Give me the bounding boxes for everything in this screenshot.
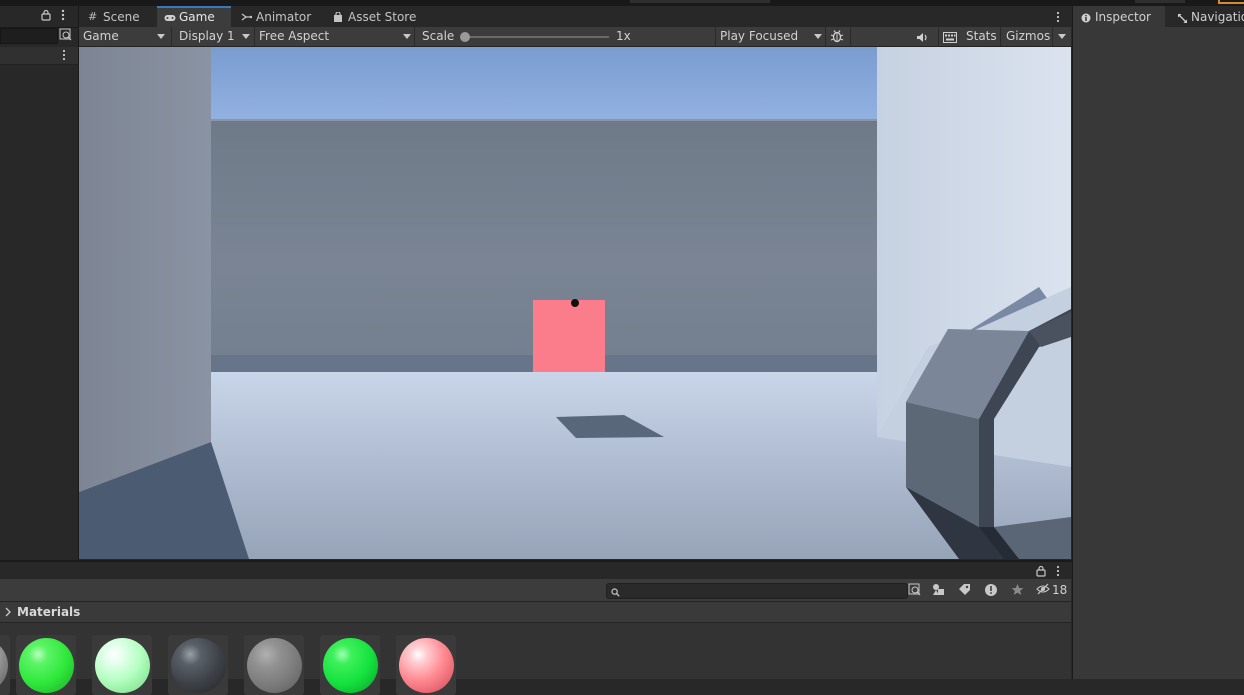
material-thumbnail[interactable]	[92, 635, 152, 695]
material-sphere	[0, 638, 8, 693]
kebab-menu-icon[interactable]	[1056, 11, 1060, 26]
divider	[850, 27, 851, 46]
material-thumbnail[interactable]	[16, 635, 76, 695]
hierarchy-panel	[0, 6, 79, 560]
game-view-dropdown[interactable]: Game	[79, 27, 169, 46]
project-panel-tabbar	[0, 562, 1071, 579]
search-scope-icon[interactable]	[908, 583, 922, 599]
grid-icon: #	[88, 10, 98, 23]
scale-label: Scale	[422, 29, 455, 43]
tab-scene[interactable]: # Scene	[81, 6, 155, 27]
crosshair-dot	[571, 299, 579, 307]
chevron-down-icon	[814, 34, 822, 39]
target-cube	[533, 300, 605, 372]
game-panel-tabbar: # Scene Game Animator Asset Store	[79, 6, 1071, 27]
hierarchy-scene-row[interactable]	[0, 47, 78, 65]
navigation-icon	[1177, 6, 1188, 29]
lock-icon[interactable]	[1036, 565, 1046, 580]
tab-label: Animator	[256, 10, 312, 24]
highlight-remnant	[1218, 0, 1244, 4]
project-search-input[interactable]	[606, 583, 908, 599]
aspect-dropdown[interactable]: Free Aspect	[255, 27, 413, 46]
scale-slider-track[interactable]	[461, 36, 609, 38]
tab-label: Inspector	[1095, 10, 1151, 24]
bag-icon	[333, 6, 343, 28]
material-thumbnail[interactable]	[168, 635, 228, 695]
gizmos-button[interactable]: Gizmos	[1006, 27, 1050, 46]
kebab-menu-icon[interactable]	[61, 9, 65, 25]
material-thumbnail[interactable]	[244, 635, 304, 695]
animator-icon	[241, 6, 253, 28]
info-icon	[1081, 6, 1091, 29]
breadcrumb: Materials	[0, 602, 1071, 623]
tab-asset-store[interactable]: Asset Store	[326, 6, 426, 27]
chevron-down-icon	[403, 34, 411, 39]
game-render	[79, 47, 1071, 559]
hidden-eye-icon[interactable]	[1036, 583, 1050, 598]
search-icon	[611, 586, 620, 600]
favorite-star-icon[interactable]	[1011, 583, 1024, 599]
tab-game[interactable]: Game	[157, 6, 231, 27]
material-sphere	[171, 638, 226, 693]
project-toolbar: 18	[0, 579, 1071, 602]
display-dropdown[interactable]: Display 1	[172, 27, 254, 46]
divider	[414, 27, 415, 46]
tab-navigation[interactable]: Navigation	[1169, 6, 1244, 27]
inspector-tabbar: Inspector Navigation	[1073, 6, 1244, 27]
kebab-menu-icon[interactable]	[62, 49, 66, 64]
toolbar-remnant	[1135, 0, 1185, 3]
dropdown-label: Game	[83, 29, 119, 43]
play-mode-dropdown[interactable]: Play Focused	[716, 27, 824, 46]
tab-label: Navigation	[1191, 10, 1244, 24]
warning-icon[interactable]	[984, 583, 998, 600]
stats-button[interactable]: Stats	[966, 27, 997, 46]
toolbar-remnant	[630, 0, 770, 3]
tab-animator[interactable]: Animator	[234, 6, 322, 27]
material-thumbnail[interactable]	[396, 635, 456, 695]
kebab-menu-icon[interactable]	[1056, 565, 1060, 580]
chevron-right-icon[interactable]	[4, 606, 12, 620]
dropdown-label: Free Aspect	[259, 29, 330, 43]
game-toolbar: Game Display 1 Free Aspect Scale 1x Play…	[79, 27, 1071, 47]
tab-label: Game	[179, 10, 215, 24]
filter-by-type-icon[interactable]	[932, 583, 946, 599]
tab-label: Scene	[103, 10, 140, 24]
material-thumbnail[interactable]	[0, 635, 10, 695]
material-sphere	[323, 638, 378, 693]
lock-icon[interactable]	[41, 9, 51, 25]
label-tag-icon[interactable]	[958, 583, 971, 599]
tab-inspector[interactable]: Inspector	[1073, 6, 1165, 27]
material-sphere	[247, 638, 302, 693]
divider	[938, 27, 939, 46]
inspector-panel: Inspector Navigation	[1072, 6, 1244, 679]
scale-slider-handle[interactable]	[460, 32, 470, 42]
material-sphere	[95, 638, 150, 693]
tab-label: Asset Store	[348, 10, 417, 24]
material-sphere	[19, 638, 74, 693]
game-viewport[interactable]	[79, 47, 1071, 559]
chevron-down-icon	[242, 34, 250, 39]
search-scope-icon[interactable]	[59, 28, 73, 45]
asset-grid	[0, 623, 1071, 695]
gamepad-icon	[164, 8, 176, 27]
material-thumbnail[interactable]	[320, 635, 380, 695]
material-sphere	[399, 638, 454, 693]
gizmos-dropdown[interactable]	[1053, 27, 1071, 46]
hierarchy-search-input[interactable]	[0, 28, 58, 44]
bug-icon[interactable]	[830, 29, 844, 48]
breadcrumb-folder[interactable]: Materials	[17, 604, 80, 620]
hierarchy-tabbar	[0, 6, 78, 28]
divider	[1000, 27, 1001, 46]
scale-value: 1x	[616, 29, 631, 43]
chevron-down-icon	[1058, 34, 1066, 39]
dropdown-label: Display 1	[179, 29, 235, 43]
dropdown-label: Play Focused	[720, 29, 799, 43]
hidden-count: 18	[1052, 583, 1068, 597]
divider	[825, 27, 826, 46]
chevron-down-icon	[157, 34, 165, 39]
